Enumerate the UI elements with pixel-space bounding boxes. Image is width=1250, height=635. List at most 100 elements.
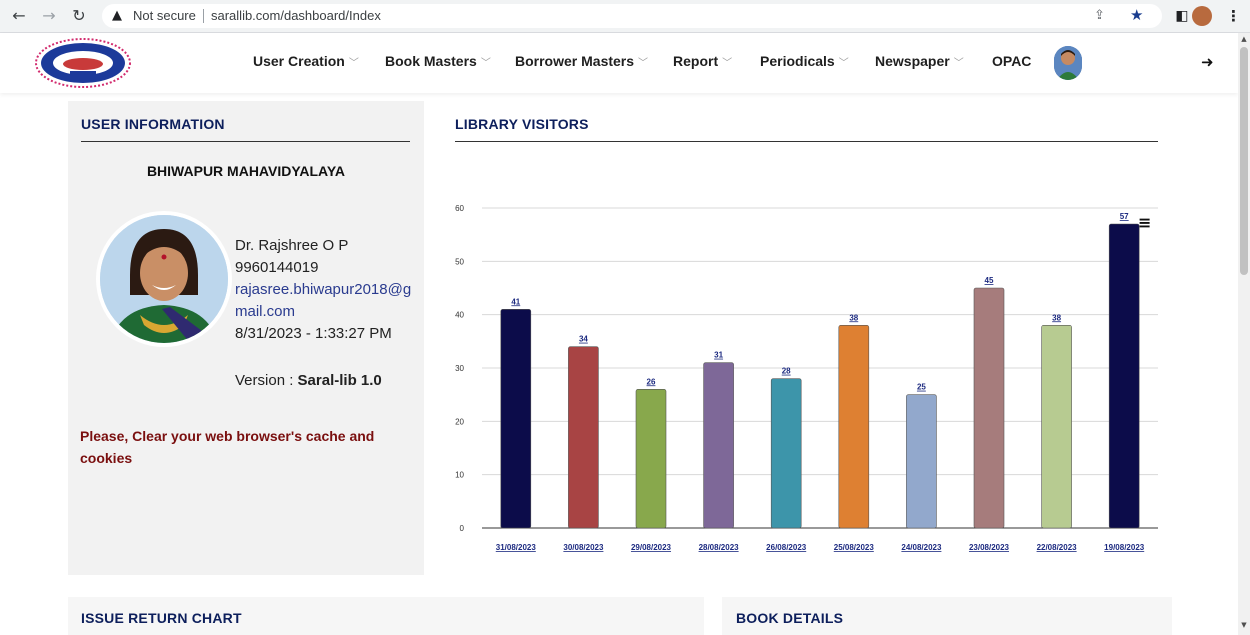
user-info-title: USER INFORMATION bbox=[81, 116, 225, 132]
version-value: Saral-lib 1.0 bbox=[297, 372, 382, 389]
nav-periodicals[interactable]: Periodicals ﹀ bbox=[760, 53, 849, 69]
bar bbox=[635, 389, 667, 529]
chevron-down-icon: ﹀ bbox=[638, 58, 649, 69]
nav-label: Periodicals bbox=[760, 53, 835, 69]
nav-user-creation[interactable]: User Creation ﹀ bbox=[253, 53, 359, 69]
bar-value-label: 57 bbox=[1120, 212, 1129, 221]
nav-report[interactable]: Report ﹀ bbox=[673, 53, 732, 69]
bar-value-label: 28 bbox=[782, 367, 791, 376]
url-text[interactable]: sarallib.com/dashboard/Index bbox=[211, 4, 381, 28]
cache-warning-message: Please, Clear your web browser's cache a… bbox=[80, 428, 375, 466]
nav-book-masters[interactable]: Book Masters ﹀ bbox=[385, 53, 491, 69]
login-datetime: 8/31/2023 - 1:33:27 PM bbox=[235, 325, 392, 342]
bookmark-star-icon[interactable]: ★ bbox=[1130, 3, 1143, 27]
chevron-down-icon: ﹀ bbox=[348, 58, 359, 69]
nav-label: OPAC bbox=[992, 53, 1032, 69]
x-tick-label: 30/08/2023 bbox=[563, 543, 604, 552]
address-separator bbox=[203, 9, 204, 23]
bar bbox=[906, 394, 937, 529]
site-header: User Creation ﹀ Book Masters ﹀ Borrower Ma… bbox=[0, 33, 1238, 93]
bar-value-label: 45 bbox=[985, 276, 994, 285]
x-tick-label: 22/08/2023 bbox=[1037, 543, 1078, 552]
bar bbox=[838, 325, 870, 529]
user-phone: 9960144019 bbox=[235, 259, 319, 276]
x-tick-label: 19/08/2023 bbox=[1104, 543, 1145, 552]
bar-value-label: 31 bbox=[714, 351, 723, 360]
bar bbox=[973, 287, 1005, 529]
issue-return-title: ISSUE RETURN CHART bbox=[81, 610, 242, 626]
x-tick-label: 24/08/2023 bbox=[901, 543, 942, 552]
bar bbox=[1108, 223, 1140, 529]
page-scrollbar[interactable]: ▲ ▼ bbox=[1238, 33, 1250, 635]
x-tick-label: 25/08/2023 bbox=[834, 543, 875, 552]
x-tick-label: 26/08/2023 bbox=[766, 543, 807, 552]
chevron-down-icon: ﹀ bbox=[480, 58, 491, 69]
nav-newspaper[interactable]: Newspaper ﹀ bbox=[875, 53, 964, 69]
user-email[interactable]: rajasree.bhiwapur2018@gmail.com bbox=[235, 279, 415, 323]
issue-return-chart-panel: ISSUE RETURN CHART bbox=[68, 597, 704, 635]
y-tick-label: 20 bbox=[455, 417, 464, 426]
nav-label: User Creation bbox=[253, 53, 345, 69]
bar bbox=[568, 346, 599, 529]
sidepanel-icon[interactable]: ◧ bbox=[1174, 5, 1190, 27]
y-tick-label: 30 bbox=[455, 364, 464, 373]
book-details-panel: BOOK DETAILS bbox=[722, 597, 1172, 635]
profile-photo bbox=[96, 211, 232, 347]
bar bbox=[500, 309, 532, 529]
chevron-down-icon: ﹀ bbox=[838, 58, 849, 69]
visitors-bar-chart: 0 10 20 30 40 50 60 41 31/08/2023 34 30/08/2023 26 2… bbox=[455, 204, 1158, 552]
reload-icon[interactable]: ↻ bbox=[68, 5, 90, 27]
user-information-panel: USER INFORMATION BHIWAPUR MAHAVIDYALAYA … bbox=[68, 101, 424, 575]
user-name: Dr. Rajshree O P bbox=[235, 237, 349, 254]
x-tick-label: 31/08/2023 bbox=[496, 543, 537, 552]
y-tick-label: 10 bbox=[455, 471, 464, 480]
address-bar[interactable]: ▲ Not secure sarallib.com/dashboard/Inde… bbox=[102, 4, 1162, 28]
bar-value-label: 41 bbox=[511, 297, 520, 306]
browser-toolbar: ← → ↻ ▲ Not secure sarallib.com/dashboar… bbox=[0, 0, 1250, 33]
browser-menu-icon[interactable]: ⋮ bbox=[1226, 5, 1241, 27]
profile-photo-image bbox=[100, 215, 228, 343]
version-label: Version : bbox=[235, 372, 298, 389]
user-details: Dr. Rajshree O P 9960144019 rajasree.bhi… bbox=[235, 235, 415, 345]
logout-icon[interactable]: ➜ bbox=[1201, 53, 1214, 71]
nav-borrower-masters[interactable]: Borrower Masters ﹀ bbox=[515, 53, 648, 69]
x-tick-label: 28/08/2023 bbox=[699, 543, 740, 552]
scroll-thumb[interactable] bbox=[1240, 47, 1248, 275]
divider bbox=[81, 141, 410, 142]
chart-menu-icon[interactable]: ≡ bbox=[1138, 213, 1151, 232]
y-tick-label: 0 bbox=[460, 524, 465, 533]
chevron-down-icon: ﹀ bbox=[722, 58, 733, 69]
share-icon[interactable]: ⇪ bbox=[1094, 4, 1105, 28]
x-tick-label: 29/08/2023 bbox=[631, 543, 672, 552]
bar bbox=[703, 362, 734, 529]
y-tick-label: 40 bbox=[455, 311, 464, 320]
warning-icon: ▲ bbox=[112, 8, 122, 23]
x-tick-label: 23/08/2023 bbox=[969, 543, 1010, 552]
version-info: Version : Saral-lib 1.0 bbox=[235, 372, 382, 389]
y-tick-label: 60 bbox=[455, 204, 464, 213]
bar-value-label: 26 bbox=[647, 377, 656, 386]
library-visitors-panel: LIBRARY VISITORS 0 10 20 30 40 50 60 41 31/08/20… bbox=[441, 101, 1172, 575]
y-tick-label: 50 bbox=[455, 257, 464, 266]
nav-label: Book Masters bbox=[385, 53, 477, 69]
back-icon[interactable]: ← bbox=[8, 5, 30, 27]
book-details-title: BOOK DETAILS bbox=[736, 610, 844, 626]
forward-icon[interactable]: → bbox=[38, 5, 60, 27]
user-avatar[interactable] bbox=[1054, 46, 1082, 80]
bar-value-label: 34 bbox=[579, 335, 588, 344]
bar-value-label: 38 bbox=[849, 313, 858, 322]
nav-label: Newspaper bbox=[875, 53, 950, 69]
nav-opac[interactable]: OPAC bbox=[992, 53, 1031, 69]
college-logo[interactable] bbox=[34, 37, 132, 89]
bar bbox=[770, 378, 802, 529]
college-name: BHIWAPUR MAHAVIDYALAYA bbox=[146, 163, 346, 179]
chevron-down-icon: ﹀ bbox=[953, 58, 964, 69]
nav-label: Report bbox=[673, 53, 719, 69]
bar bbox=[1041, 325, 1072, 529]
scroll-up-icon[interactable]: ▲ bbox=[1238, 35, 1250, 43]
scroll-down-icon[interactable]: ▼ bbox=[1238, 621, 1250, 629]
bar-value-label: 25 bbox=[917, 383, 926, 392]
nav-label: Borrower Masters bbox=[515, 53, 635, 69]
browser-profile-avatar[interactable] bbox=[1192, 6, 1212, 26]
bar-value-label: 38 bbox=[1052, 313, 1061, 322]
